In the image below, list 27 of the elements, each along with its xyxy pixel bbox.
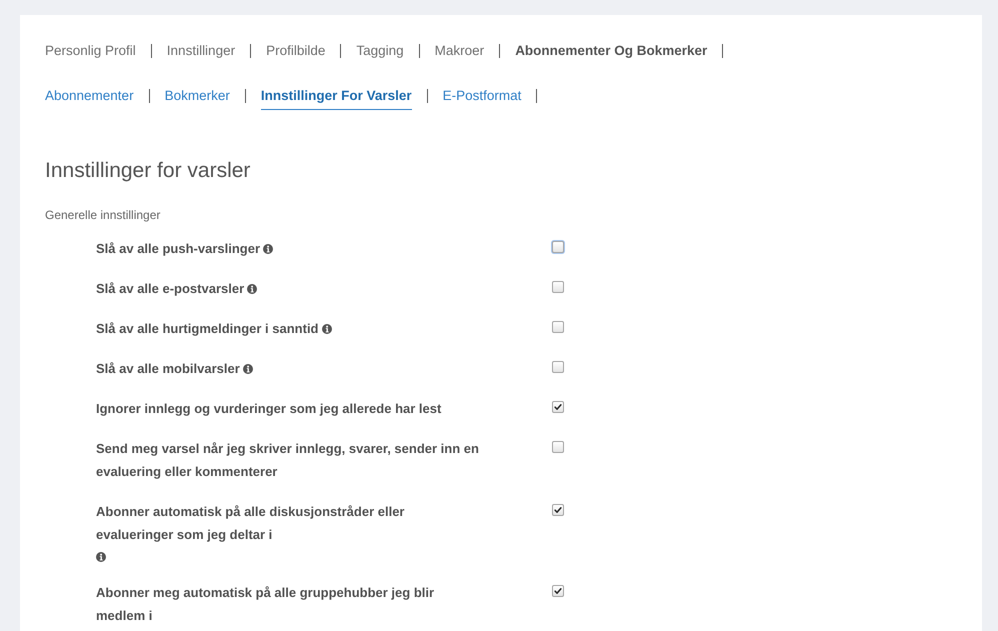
setting-label: Slå av alle e-postvarsler [96, 281, 244, 296]
settings-tab[interactable]: E-Postformat [442, 87, 522, 105]
setting-label: Slå av alle hurtigmeldinger i sanntid [96, 321, 318, 336]
settings-tab[interactable]: Bokmerker [164, 87, 230, 105]
setting-label: Slå av alle mobilvarsler [96, 361, 240, 376]
profile-tab[interactable]: Makroer [434, 42, 484, 60]
checkbox[interactable] [552, 585, 564, 597]
checkbox[interactable] [552, 504, 564, 516]
profile-tab[interactable]: Tagging [356, 42, 404, 60]
profile-tab[interactable]: Personlig Profil [45, 42, 136, 60]
section-title: Innstillinger for varsler [45, 158, 252, 184]
setting-label: Send meg varsel når jeg skriver innlegg, svarer, sender inn en evaluering eller kommenterer [96, 441, 479, 479]
setting-label: Abonner automatisk på alle diskusjonstråder eller evalueringer som jeg deltar i [96, 504, 404, 542]
checkbox[interactable] [552, 441, 564, 453]
checkbox[interactable] [552, 321, 564, 333]
checkbox[interactable] [552, 401, 564, 413]
checkbox[interactable] [552, 281, 564, 293]
settings-tab[interactable]: Innstillinger For Varsler [260, 87, 412, 110]
profile-tab[interactable]: Profilbilde [266, 42, 326, 60]
settings-tab[interactable]: Abonnementer [45, 87, 134, 105]
checkbox[interactable] [552, 361, 564, 373]
profile-tab[interactable]: Abonnementer Og Bokmerker [515, 42, 708, 60]
setting-label: Slå av alle push-varslinger [96, 241, 260, 256]
group-heading: Generelle innstillinger [45, 207, 162, 223]
profile-tab[interactable]: Innstillinger [166, 42, 236, 60]
setting-label: Abonner meg automatisk på alle gruppehubber jeg blir medlem i [96, 585, 434, 623]
setting-label: Ignorer innlegg og vurderinger som jeg allerede har lest [96, 401, 442, 416]
